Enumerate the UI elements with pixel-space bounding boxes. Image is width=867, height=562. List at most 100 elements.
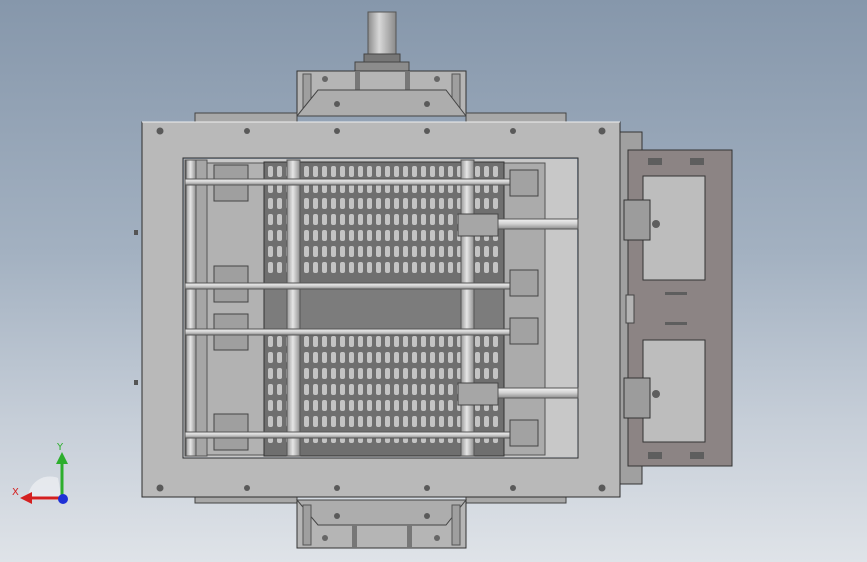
grate-slot [304,198,309,209]
grate-slot [367,198,372,209]
grate-slot [394,230,399,241]
grate-slot [439,352,444,363]
grate-slot [376,198,381,209]
grate-slot [304,336,309,347]
grate-slot [394,416,399,427]
grate-slot [340,416,345,427]
grate-slot [430,400,435,411]
grate-slot [358,166,363,177]
grate-slot [385,400,390,411]
grate-slot [412,198,417,209]
grate-slot [304,230,309,241]
grate-slot [385,214,390,225]
grate-slot [277,262,282,273]
grate-slot [421,416,426,427]
grate-slot [277,416,282,427]
grate-slot [322,368,327,379]
grate-slot [484,246,489,257]
grate-slot [313,214,318,225]
grate-slot [304,400,309,411]
grate-slot [331,230,336,241]
grate-slot [403,262,408,273]
grate-slot [349,198,354,209]
grate-slot [268,230,273,241]
grate-slot [268,166,273,177]
grate-slot [304,262,309,273]
grate-slot [277,400,282,411]
grate-slot [268,384,273,395]
grate-slot [448,262,453,273]
grate-slot [439,166,444,177]
grate-slot [439,336,444,347]
grate-slot [493,368,498,379]
grate-slot [367,416,372,427]
grate-slot [394,246,399,257]
grate-slot [430,230,435,241]
grate-slot [394,336,399,347]
grate-slot [412,352,417,363]
grate-slot [349,336,354,347]
grate-slot [484,352,489,363]
grate-slot [313,368,318,379]
grate-slot [322,384,327,395]
grate-slot [313,384,318,395]
grate-slot [268,246,273,257]
grate-slot [367,230,372,241]
grate-slot [304,368,309,379]
gate-valve-assembly-model[interactable] [0,0,867,562]
grate-slot [403,214,408,225]
grate-slot [439,246,444,257]
grate-slot [376,368,381,379]
grate-slot [385,384,390,395]
grate-slot [277,246,282,257]
grate-slot [448,166,453,177]
grate-slot [376,416,381,427]
grate-slot [385,336,390,347]
grate-slot [421,214,426,225]
grate-slot [322,166,327,177]
grate-slot [484,262,489,273]
grate-slot [403,336,408,347]
grate-slot [331,336,336,347]
grate-slot [430,368,435,379]
grate-slot [475,262,480,273]
grate-slot [385,352,390,363]
grate-slot [367,384,372,395]
grate-slot [394,166,399,177]
grate-slot [304,246,309,257]
grate-slot [367,246,372,257]
grate-slot [475,198,480,209]
grate-slot [331,262,336,273]
x-axis-arrow [20,492,32,504]
grate-slot [349,352,354,363]
grate-slot [484,336,489,347]
grate-slot [358,262,363,273]
grate-slot [358,246,363,257]
grate-slot [367,166,372,177]
grate-slot [277,198,282,209]
grate-slot [358,214,363,225]
grate-slot [277,166,282,177]
grate-slot [331,352,336,363]
grate-slot [403,384,408,395]
grate-slot [430,198,435,209]
grate-slot [376,214,381,225]
grate-slot [493,166,498,177]
grate-slot [358,368,363,379]
grate-slot [475,368,480,379]
grate-slot [304,214,309,225]
right-guide-plate [502,162,546,456]
grate-slot [367,368,372,379]
grate-slot [385,368,390,379]
grate-slot [313,416,318,427]
grate-slot [331,400,336,411]
grate-slot [277,368,282,379]
grate-slot [349,416,354,427]
grate-slot [475,336,480,347]
grate-slot [412,246,417,257]
grate-slot [322,214,327,225]
grate-slot [268,262,273,273]
vertical-rod-left [286,159,301,457]
cad-viewport[interactable]: Y X [0,0,867,562]
grate-slot [367,214,372,225]
